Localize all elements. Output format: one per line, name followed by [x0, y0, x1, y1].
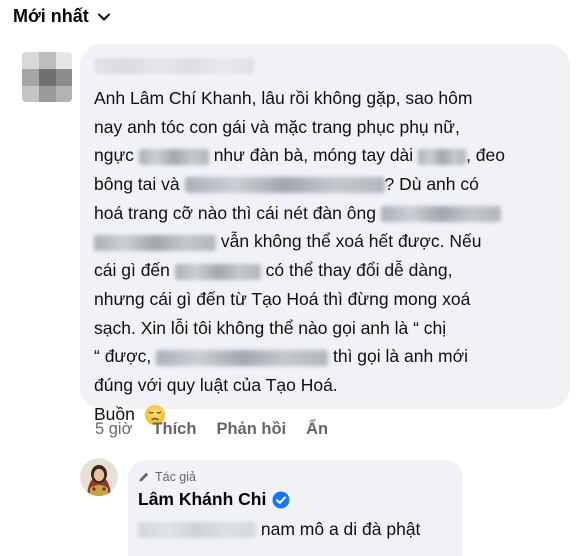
comment-line: hoá trang cỡ nào thì cái nét đàn ông — [94, 199, 564, 228]
redacted-text — [418, 148, 467, 165]
comment-line: cái gì đến có thể thay đổi dễ dàng, — [94, 260, 453, 281]
author-badge-label: Tác giả — [155, 470, 196, 484]
comment-line: nay anh tóc con gái và mặc trang phục ph… — [94, 116, 460, 137]
comment-actions: 5 giờ Thích Phản hồi Ẩn — [95, 420, 348, 439]
author-avatar[interactable] — [80, 458, 118, 496]
redacted-text — [138, 148, 209, 165]
reply-bubble: Tác giả Lâm Khánh Chi nam mô a di đà phậ… — [128, 460, 463, 556]
pencil-icon — [139, 472, 149, 482]
comment-line: Anh Lâm Chí Khanh, lâu rồi không gặp, sa… — [94, 88, 473, 108]
verified-badge-icon — [272, 491, 290, 508]
chevron-down-icon — [97, 13, 110, 20]
sort-label: Mới nhất — [13, 6, 89, 26]
redacted-text — [184, 177, 385, 194]
comment-line: nhưng cái gì đến từ Tạo Hoá thì đừng mon… — [94, 288, 471, 309]
redacted-text — [174, 263, 261, 280]
commenter-avatar[interactable] — [22, 52, 72, 102]
comment-line: sạch. Xin lỗi tôi không thể nào gọi anh … — [94, 317, 447, 338]
author-name[interactable]: Lâm Khánh Chi — [138, 489, 266, 510]
like-button[interactable]: Thích — [152, 420, 196, 439]
comment-line: vẫn không thể xoá hết được. Nếu — [94, 227, 564, 256]
author-name-row: Lâm Khánh Chi — [138, 489, 290, 510]
redacted-text — [94, 234, 216, 251]
redacted-text — [380, 206, 501, 223]
sort-dropdown[interactable]: Mới nhất — [13, 6, 111, 27]
redacted-text — [156, 349, 329, 366]
comment-line: bông tai và ? Dù anh có — [94, 174, 479, 195]
redacted-text — [138, 522, 256, 539]
comment-line: “ được, thì gọi là anh mới — [94, 346, 469, 367]
reply-button[interactable]: Phản hồi — [216, 420, 286, 439]
comment-bubble: Anh Lâm Chí Khanh, lâu rồi không gặp, sa… — [80, 44, 570, 425]
comment-line: đúng với quy luật của Tạo Hoá. — [94, 374, 338, 395]
commenter-name-redacted[interactable] — [94, 58, 254, 74]
reply-text-content: nam mô a di đà phật — [260, 519, 421, 539]
comment-timestamp[interactable]: 5 giờ — [95, 420, 132, 439]
comment-line: ngực như đàn bà, móng tay dài , đeo — [94, 145, 505, 166]
hide-button[interactable]: Ẩn — [306, 420, 328, 439]
author-badge: Tác giả — [138, 470, 196, 484]
comment-text: Anh Lâm Chí Khanh, lâu rồi không gặp, sa… — [94, 84, 564, 428]
reply-text: nam mô a di đà phật — [138, 519, 420, 540]
